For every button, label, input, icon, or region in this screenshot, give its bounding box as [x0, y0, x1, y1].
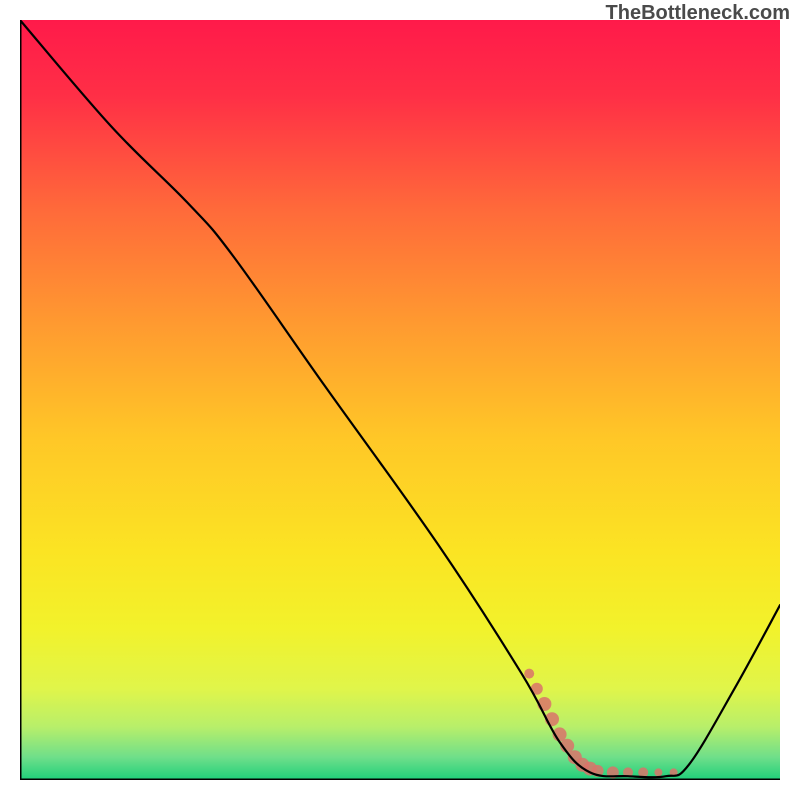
- chart-svg: [20, 20, 780, 780]
- chart-area: [20, 20, 780, 780]
- chart-container: TheBottleneck.com: [0, 0, 800, 800]
- watermark-text: TheBottleneck.com: [606, 2, 790, 25]
- gradient-background: [20, 20, 780, 780]
